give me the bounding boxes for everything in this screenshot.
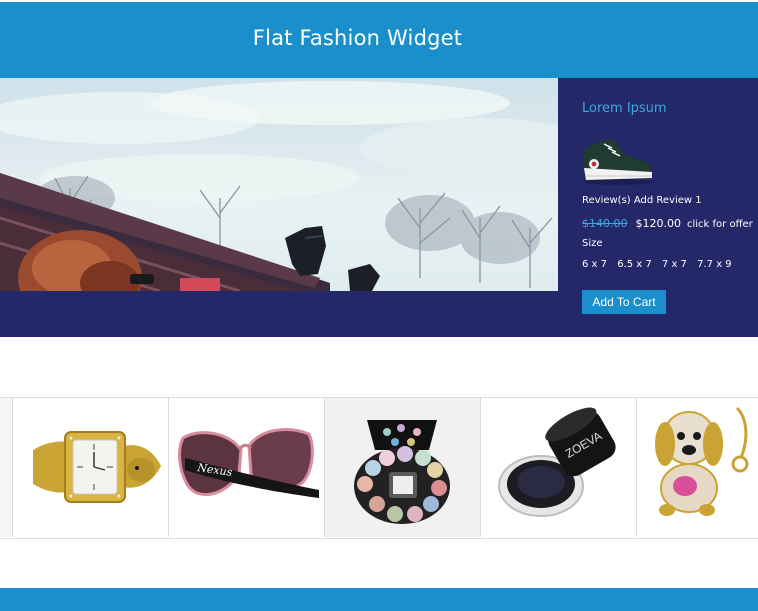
gold-watch-icon <box>33 431 161 503</box>
carousel-item-partial[interactable] <box>0 398 13 537</box>
size-option[interactable]: 7 x 7 <box>662 259 687 270</box>
add-to-cart-button[interactable]: Add To Cart <box>582 290 666 314</box>
size-option[interactable]: 6 x 7 <box>582 259 607 270</box>
old-price: $140.00 <box>582 217 628 230</box>
size-options: 6 x 7 6.5 x 7 7 x 7 7.7 x 9 <box>582 259 739 270</box>
review-links[interactable]: Review(s) Add Review 1 <box>582 195 702 206</box>
product-panel: Lorem Ipsum Review(s) Add Review 1 $140.… <box>558 78 758 337</box>
top-divider <box>0 0 758 2</box>
product-title[interactable]: Lorem Ipsum <box>582 101 667 116</box>
carousel-item-palette[interactable] <box>325 398 481 537</box>
size-option[interactable]: 7.7 x 9 <box>697 259 732 270</box>
gel-eyeliner-jar-icon: ZOEVA <box>498 407 616 517</box>
header-bar: Flat Fashion Widget <box>0 0 758 78</box>
hero-photo <box>0 78 558 291</box>
sunglasses-icon: Nexus <box>178 428 319 498</box>
carousel-item-eyeliner[interactable]: ZOEVA <box>481 398 637 537</box>
footer-bar <box>0 588 758 611</box>
makeup-palette-icon <box>325 398 480 537</box>
page-title: Flat Fashion Widget <box>252 26 463 50</box>
carousel-item-keychain[interactable] <box>637 398 758 537</box>
offer-link[interactable]: click for offer <box>687 219 753 230</box>
sale-price: $120.00 <box>635 217 682 230</box>
carousel-item-watch[interactable] <box>13 398 169 537</box>
jeweled-dog-keychain-icon <box>655 406 749 516</box>
product-carousel: Nexus ZOEVA <box>0 397 758 539</box>
size-label: Size <box>582 238 603 249</box>
price-row: $140.00 $120.00 click for offer <box>582 217 753 230</box>
sneaker-icon <box>580 130 656 190</box>
carousel-item-sunglasses[interactable]: Nexus <box>169 398 325 537</box>
size-option[interactable]: 6.5 x 7 <box>617 259 652 270</box>
